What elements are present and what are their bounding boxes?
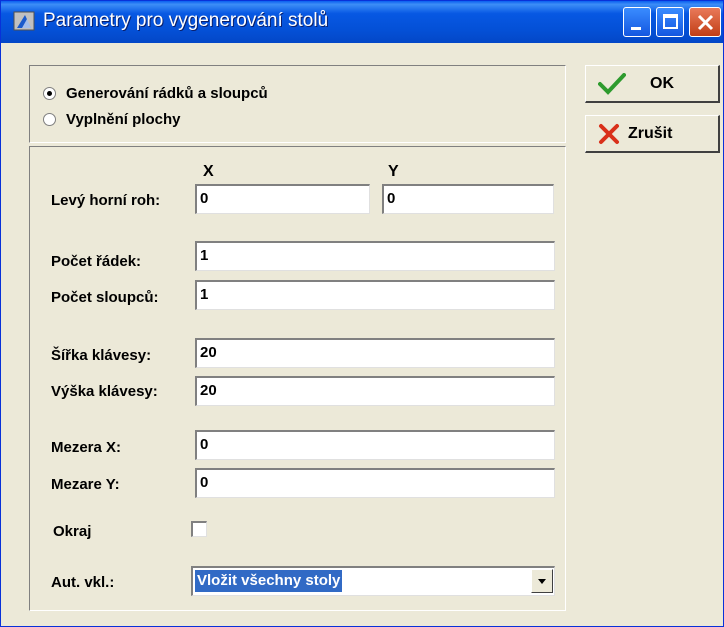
close-button[interactable] (689, 7, 721, 37)
minimize-icon (631, 27, 641, 30)
cancel-button-label: Zrušit (628, 125, 673, 142)
check-icon (598, 73, 626, 100)
ok-button-label: OK (650, 75, 674, 92)
close-icon (697, 14, 714, 31)
radio-fill-area[interactable]: Vyplnění plochy (43, 111, 180, 128)
rows-label: Počet řádek: (51, 253, 142, 270)
window-title: Parametry pro vygenerování stolů (43, 10, 329, 31)
key-height-input[interactable]: 20 (195, 376, 555, 406)
dropdown-button[interactable] (531, 569, 553, 593)
top-left-y-input[interactable]: 0 (382, 184, 554, 214)
radio-generate-rows-cols[interactable]: Generování rádků a sloupců (43, 85, 268, 102)
ok-button[interactable]: OK (585, 65, 720, 103)
dialog-window: Parametry pro vygenerování stolů Generov… (0, 0, 724, 627)
radio-button[interactable] (43, 113, 56, 126)
maximize-button[interactable] (656, 7, 684, 37)
axis-y-label: Y (388, 163, 399, 180)
cols-input[interactable]: 1 (195, 280, 555, 310)
key-width-label: Šířka klávesy: (51, 347, 152, 364)
radio-label: Generování rádků a sloupců (66, 85, 268, 102)
gap-y-label: Mezare Y: (51, 476, 120, 493)
key-height-label: Výška klávesy: (51, 383, 158, 400)
key-width-input[interactable]: 20 (195, 338, 555, 368)
axis-x-label: X (203, 163, 214, 180)
title-bar[interactable]: Parametry pro vygenerování stolů (1, 1, 723, 43)
top-left-label: Levý horní roh: (51, 192, 161, 209)
cross-icon (598, 123, 620, 150)
gap-x-label: Mezera X: (51, 439, 122, 456)
cols-label: Počet sloupců: (51, 289, 159, 306)
radio-button-checked[interactable] (43, 87, 56, 100)
radio-label: Vyplnění plochy (66, 111, 181, 128)
mode-group (29, 65, 566, 143)
gap-x-input[interactable]: 0 (195, 430, 555, 460)
app-icon (13, 10, 37, 34)
rows-input[interactable]: 1 (195, 241, 555, 271)
gap-y-input[interactable]: 0 (195, 468, 555, 498)
top-left-x-input[interactable]: 0 (195, 184, 370, 214)
auto-insert-select[interactable]: Vložit všechny stoly (191, 566, 555, 596)
cancel-button[interactable]: Zrušit (585, 115, 720, 153)
border-checkbox[interactable] (191, 521, 207, 537)
border-label: Okraj (53, 523, 92, 540)
minimize-button[interactable] (623, 7, 651, 37)
chevron-down-icon (538, 579, 546, 584)
maximize-icon (663, 14, 678, 29)
auto-insert-label: Aut. vkl.: (51, 574, 115, 591)
auto-insert-selected-value: Vložit všechny stoly (195, 570, 343, 592)
